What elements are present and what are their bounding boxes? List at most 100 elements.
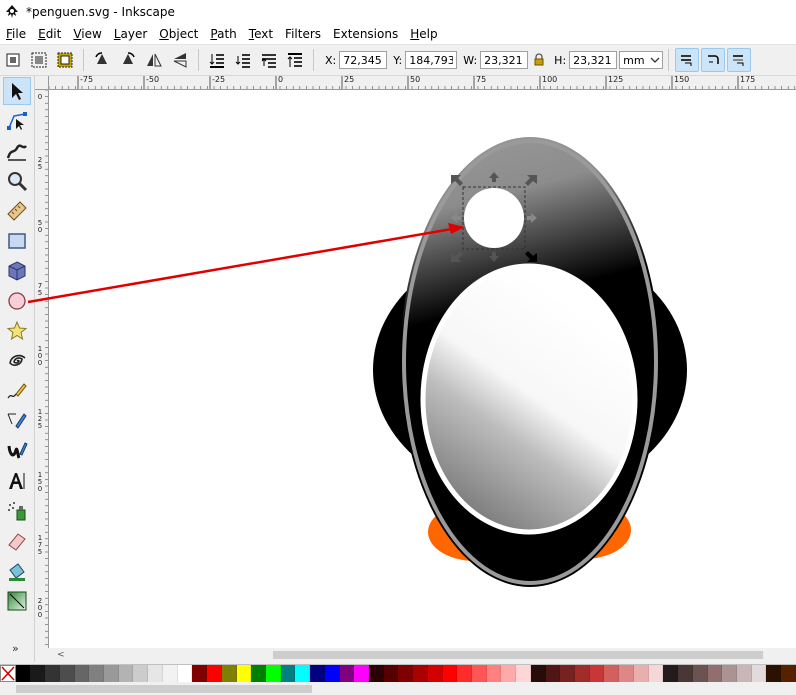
width-input[interactable] [480, 51, 529, 69]
color-swatch[interactable] [207, 665, 222, 682]
color-swatch[interactable] [118, 665, 134, 682]
tweak-tool[interactable] [3, 137, 31, 165]
menu-extensions[interactable]: Extensions [327, 24, 404, 44]
text-tool[interactable] [3, 467, 31, 495]
x-coordinate-input[interactable] [339, 51, 388, 69]
color-swatch[interactable] [251, 665, 266, 682]
scale-corners-toggle[interactable] [701, 48, 726, 72]
color-swatch[interactable] [722, 665, 737, 682]
raise-button[interactable] [258, 49, 280, 71]
color-swatch[interactable] [89, 665, 105, 682]
menu-help[interactable]: Help [404, 24, 443, 44]
lower-button[interactable] [232, 49, 254, 71]
color-swatch[interactable] [162, 665, 178, 682]
color-swatch[interactable] [310, 665, 325, 682]
color-swatch[interactable] [736, 665, 752, 682]
pen-tool[interactable] [3, 407, 31, 435]
color-swatch[interactable] [104, 665, 119, 682]
flip-vertical-button[interactable] [169, 49, 191, 71]
color-swatch[interactable] [486, 665, 502, 682]
menu-edit[interactable]: Edit [32, 24, 67, 44]
y-coordinate-input[interactable] [405, 51, 458, 69]
star-tool[interactable] [3, 317, 31, 345]
color-swatch[interactable] [427, 665, 443, 682]
spray-tool[interactable] [3, 497, 31, 525]
gradient-tool[interactable] [3, 587, 31, 615]
palette-scroll-thumb[interactable] [16, 685, 312, 693]
spiral-tool[interactable] [3, 347, 31, 375]
color-swatch[interactable] [707, 665, 723, 682]
3d-box-tool[interactable] [3, 257, 31, 285]
color-swatch[interactable] [74, 665, 90, 682]
menu-text[interactable]: Text [243, 24, 279, 44]
color-swatch[interactable] [295, 665, 311, 682]
color-swatch[interactable] [280, 665, 296, 682]
color-swatch[interactable] [678, 665, 693, 682]
belly-shape[interactable] [420, 263, 638, 535]
color-swatch[interactable] [530, 665, 546, 682]
color-swatch[interactable] [15, 665, 31, 682]
horizontal-scroll-thumb[interactable] [273, 651, 763, 659]
flip-horizontal-button[interactable] [143, 49, 165, 71]
color-swatch[interactable] [368, 665, 384, 682]
color-swatch[interactable] [619, 665, 634, 682]
measure-tool[interactable] [3, 197, 31, 225]
color-swatch[interactable] [324, 665, 340, 682]
color-swatch[interactable] [236, 665, 252, 682]
rotate-cw-button[interactable] [117, 49, 139, 71]
eye-shape[interactable] [464, 188, 524, 248]
more-tools-button[interactable]: » [12, 642, 19, 655]
color-swatch[interactable] [516, 665, 531, 682]
vertical-ruler[interactable]: 0255075100125150175200225 [35, 90, 49, 648]
height-input[interactable] [569, 51, 618, 69]
color-swatch[interactable] [383, 665, 399, 682]
lock-aspect-button[interactable] [532, 52, 546, 68]
drawing-canvas[interactable] [49, 90, 796, 648]
color-swatch[interactable] [766, 665, 782, 682]
horizontal-ruler[interactable]: -75 -50 -25 0 25 50 75 100 125 150 175 [49, 76, 796, 90]
selector-tool[interactable] [3, 77, 31, 105]
color-swatch[interactable] [663, 665, 679, 682]
color-swatch[interactable] [192, 665, 208, 682]
color-swatch[interactable] [604, 665, 620, 682]
menu-file[interactable]: File [0, 24, 32, 44]
color-swatch[interactable] [354, 665, 369, 682]
transform-gradients-toggle[interactable] [727, 48, 752, 72]
color-swatch[interactable] [265, 665, 281, 682]
horizontal-scrollbar[interactable]: < [35, 648, 796, 662]
menu-layer[interactable]: Layer [108, 24, 153, 44]
color-swatch[interactable] [633, 665, 649, 682]
color-swatch[interactable] [545, 665, 561, 682]
color-swatch[interactable] [589, 665, 605, 682]
color-swatch[interactable] [751, 665, 767, 682]
invert-selection-button[interactable] [54, 49, 76, 71]
color-swatch[interactable] [45, 665, 60, 682]
color-swatch[interactable] [457, 665, 472, 682]
color-swatch[interactable] [692, 665, 708, 682]
calligraphy-tool[interactable] [3, 437, 31, 465]
color-swatch[interactable] [501, 665, 517, 682]
color-swatch[interactable] [413, 665, 428, 682]
menu-filters[interactable]: Filters [279, 24, 327, 44]
no-paint-swatch[interactable] [0, 665, 16, 682]
zoom-tool[interactable] [3, 167, 31, 195]
select-all-layers-button[interactable] [28, 49, 50, 71]
color-swatch[interactable] [133, 665, 149, 682]
color-swatch[interactable] [177, 665, 193, 682]
color-swatch[interactable] [221, 665, 237, 682]
color-swatch[interactable] [30, 665, 46, 682]
rectangle-tool[interactable] [3, 227, 31, 255]
select-all-button[interactable] [2, 49, 24, 71]
menu-path[interactable]: Path [204, 24, 242, 44]
scale-stroke-toggle[interactable] [675, 48, 700, 72]
color-swatch[interactable] [560, 665, 576, 682]
menu-view[interactable]: View [67, 24, 107, 44]
eraser-tool[interactable] [3, 527, 31, 555]
color-swatch[interactable] [575, 665, 590, 682]
raise-to-top-button[interactable] [284, 49, 306, 71]
palette-scrollbar[interactable] [0, 683, 796, 695]
color-swatch[interactable] [59, 665, 75, 682]
menu-object[interactable]: Object [153, 24, 204, 44]
color-swatch[interactable] [442, 665, 458, 682]
color-swatch[interactable] [781, 665, 796, 682]
